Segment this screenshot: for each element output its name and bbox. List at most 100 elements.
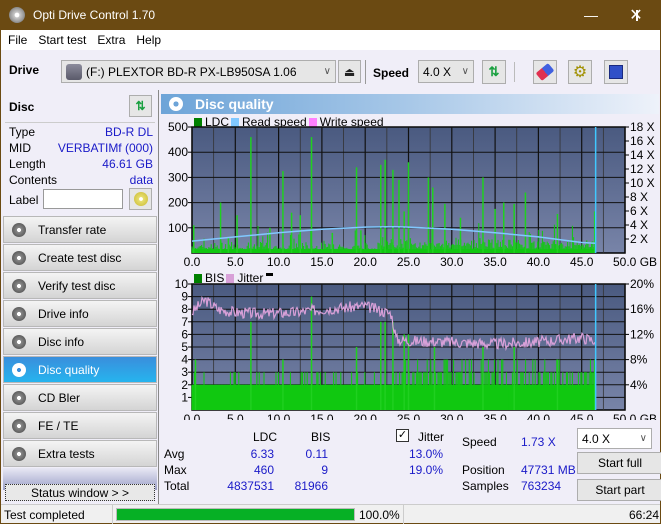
jitter-checkbox[interactable]: ✓ — [396, 429, 409, 442]
length-value: 46.61 GB — [102, 157, 153, 171]
save-button[interactable] — [604, 60, 628, 84]
y-tick-left-label: 1 — [181, 390, 188, 404]
status-window-button[interactable]: Status window > > — [5, 484, 155, 501]
total-bis: 81966 — [294, 479, 328, 493]
col-ldc: LDC — [253, 430, 278, 444]
avg-bis: 0.11 — [305, 447, 328, 461]
nav-create-test-disc[interactable]: Create test disc — [3, 244, 157, 271]
label-field-label: Label — [9, 193, 39, 207]
x-tick-label: 30.0 — [440, 412, 464, 420]
total-ldc: 4837531 — [227, 479, 274, 493]
menu-extra[interactable]: Extra — [97, 33, 125, 47]
erase-button[interactable] — [533, 60, 557, 84]
nav-label: Transfer rate — [38, 222, 107, 237]
divider — [112, 505, 113, 524]
y-tick-left-label: 9 — [181, 290, 188, 304]
menu-start-test[interactable]: Start test — [38, 33, 86, 47]
x-tick-label: 5.0 — [227, 412, 244, 420]
nav-cd-bler[interactable]: CD Bler — [3, 384, 157, 411]
nav-extra-tests[interactable]: Extra tests — [3, 440, 157, 467]
nav-disc-info[interactable]: Disc info — [3, 328, 157, 355]
nav-label: CD Bler — [38, 390, 81, 405]
window-title: Opti Drive Control 1.70 — [33, 8, 156, 22]
cd-bler-icon — [12, 390, 26, 405]
divider — [403, 505, 404, 524]
create-disc-icon — [12, 250, 26, 265]
progress-fill — [117, 509, 354, 520]
col-bis: BIS — [311, 430, 331, 444]
status-bar: Test completed 100.0% 66:24 ⋰ — [1, 504, 660, 524]
x-tick-label: 40.0 — [527, 255, 551, 269]
nav-label: Verify test disc — [38, 278, 116, 293]
chevron-down-icon: ∨ — [323, 66, 331, 77]
type-label: Type — [9, 125, 36, 139]
toolbar-divider — [365, 60, 366, 84]
disc-type-row: Type BD-R DL — [9, 125, 153, 139]
y-tick-right-label: 8% — [630, 353, 648, 367]
floppy-disk-icon — [609, 65, 623, 79]
x-tick-label: 35.0 — [483, 412, 507, 420]
speed-select[interactable]: 4.0 X ∨ — [418, 60, 474, 83]
resize-grip-icon[interactable]: ⋰ — [647, 511, 655, 520]
samples-label: Samples — [462, 479, 509, 493]
start-full-button[interactable]: Start full — [577, 452, 661, 474]
refresh-button[interactable]: ⇅ — [482, 60, 506, 84]
close-button[interactable]: ✕ — [613, 0, 659, 30]
test-speed-value: 4.0 X — [582, 431, 611, 446]
eraser-icon — [535, 63, 555, 81]
menu-file[interactable]: File — [8, 33, 27, 47]
avg-ldc: 6.33 — [250, 447, 274, 461]
nav-disc-quality[interactable]: Disc quality — [3, 356, 157, 383]
y-tick-left-label: 500 — [168, 120, 188, 134]
y-tick-left-label: 5 — [181, 340, 188, 354]
x-tick-label: 50.0 GB — [613, 412, 657, 420]
nav-label: Drive info — [38, 306, 89, 321]
y-tick-left-label: 10 — [175, 277, 189, 291]
max-label: Max — [164, 463, 187, 477]
nav-label: Disc info — [38, 334, 85, 349]
y-tick-right-label: 4% — [630, 378, 648, 392]
x-tick-label: 25.0 — [397, 255, 421, 269]
x-tick-label: 30.0 — [440, 255, 464, 269]
nav-drive-info[interactable]: Drive info — [3, 300, 157, 327]
speed-value: 4.0 X — [423, 64, 452, 79]
y-tick-right-label: 4 X — [630, 218, 648, 232]
settings-button[interactable]: ⚙ — [568, 60, 592, 84]
cd-icon — [133, 192, 148, 206]
menu-help[interactable]: Help — [136, 33, 161, 47]
label-input[interactable] — [43, 189, 123, 209]
x-tick-label: 15.0 — [310, 255, 334, 269]
eject-button[interactable]: ⏏ — [338, 60, 361, 83]
drive-value: (F:) PLEXTOR BD-R PX-LB950SA 1.06 — [86, 64, 297, 79]
y-tick-right-label: 14 X — [630, 148, 655, 162]
y-tick-left-label: 4 — [181, 353, 188, 367]
nav-transfer-rate[interactable]: Transfer rate — [3, 216, 157, 243]
app-window: Opti Drive Control 1.70 — ✕ File Start t… — [1, 0, 661, 524]
nav-fe-te[interactable]: FE / TE — [3, 412, 157, 439]
disc-mid-row: MID VERBATIMf (000) — [9, 141, 153, 155]
contents-label: Contents — [9, 173, 58, 187]
label-disc-button[interactable] — [129, 188, 152, 210]
eject-icon: ⏏ — [343, 64, 356, 79]
fe-te-icon — [12, 418, 26, 433]
x-tick-label: 0.0 — [184, 412, 201, 420]
max-jitter: 19.0% — [408, 463, 443, 477]
type-value: BD-R DL — [104, 125, 153, 139]
y-tick-right-label: 8 X — [630, 190, 648, 204]
y-tick-left-label: 200 — [168, 196, 188, 210]
y-tick-left-label: 6 — [181, 327, 188, 341]
start-part-button[interactable]: Start part — [577, 479, 661, 501]
nav-label: Create test disc — [38, 250, 122, 265]
total-label: Total — [164, 479, 190, 493]
y-tick-left-label: 8 — [181, 302, 188, 316]
maximize-button[interactable] — [568, 0, 638, 30]
charts-svg: 1002003004005002 X4 X6 X8 X10 X12 X14 X1… — [168, 120, 657, 420]
title-bar: Opti Drive Control 1.70 — — [1, 0, 660, 30]
disc-refresh-button[interactable]: ⇅ — [129, 95, 152, 117]
max-bis: 9 — [321, 463, 328, 477]
nav-verify-test-disc[interactable]: Verify test disc — [3, 272, 157, 299]
drive-select[interactable]: (F:) PLEXTOR BD-R PX-LB950SA 1.06 ∨ — [61, 60, 336, 83]
avg-jitter: 13.0% — [408, 447, 443, 461]
test-speed-select[interactable]: 4.0 X ∨ — [577, 428, 652, 449]
y-tick-right-label: 12 X — [630, 162, 655, 176]
